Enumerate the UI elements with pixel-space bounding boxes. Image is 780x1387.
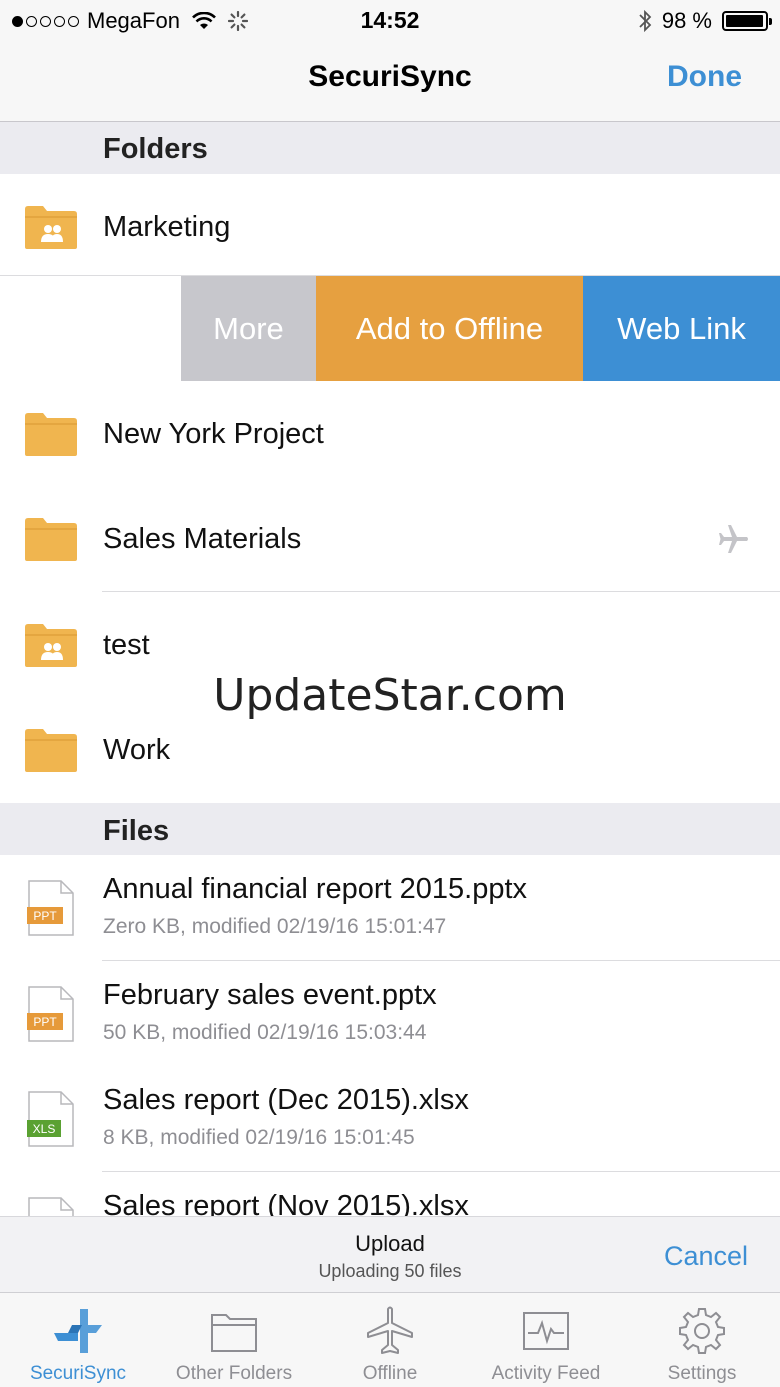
folder-row-marketing[interactable]: Marketing [0,174,780,280]
tab-label: Activity Feed [491,1363,601,1384]
folder-icon [25,518,77,561]
folder-icon [25,729,77,772]
airplane-offline-icon [719,525,748,553]
file-row[interactable]: Sales report (Nov 2015).xlsx [0,1172,780,1216]
cancel-upload-button[interactable]: Cancel [664,1241,748,1272]
xls-file-icon: XLS [27,1091,74,1147]
ppt-file-icon: PPT [27,986,74,1042]
file-name: Annual financial report 2015.pptx [103,873,528,905]
shared-folder-icon [25,206,77,249]
xls-file-icon [28,1197,74,1216]
bluetooth-icon [639,9,652,33]
tab-label: Other Folders [175,1363,293,1384]
status-right: 98 % [638,8,772,34]
file-meta: 8 KB, modified 02/19/16 15:01:45 [103,1126,415,1149]
battery-percent: 98 % [661,8,712,33]
file-name: Sales report (Dec 2015).xlsx [103,1084,469,1116]
gear-icon [679,1308,725,1354]
folder-row-sales-materials[interactable]: Sales Materials [0,486,780,592]
add-to-offline-button[interactable]: Add to Offline [316,276,583,381]
swipe-actions-row: More Add to Offline Web Link [0,275,780,381]
more-button[interactable]: More [181,276,316,381]
folder-name: New York Project [103,418,324,450]
tab-settings[interactable]: Settings [624,1293,780,1387]
watermark-text: UpdateStar.com [213,670,567,721]
folder-row-new-york-project[interactable]: New York Project [0,381,780,487]
folder-name: Sales Materials [103,523,302,555]
file-row[interactable]: XLS Sales report (Dec 2015).xlsx 8 KB, m… [0,1066,780,1172]
tab-offline[interactable]: Offline [312,1293,468,1387]
shared-folder-icon [25,624,77,667]
navigation-bar: SecuriSync Done [0,40,780,122]
files-section-header: Files [0,803,780,855]
ppt-file-icon: PPT [27,880,74,936]
tab-other-folders[interactable]: Other Folders [156,1293,312,1387]
folder-icon [25,413,77,456]
activity-icon [523,1312,569,1350]
file-meta: 50 KB, modified 02/19/16 15:03:44 [103,1021,427,1044]
airplane-icon [367,1306,413,1354]
page-title: SecuriSync [308,60,472,93]
file-badge: PPT [33,909,57,923]
file-badge: PPT [33,1015,57,1029]
tab-label: SecuriSync [29,1363,127,1384]
file-meta: Zero KB, modified 02/19/16 15:01:47 [103,915,447,938]
status-bar: MegaFon 14:52 98 % [0,0,780,40]
file-name: Sales report (Nov 2015).xlsx [103,1190,469,1216]
upload-status-bar: Upload Uploading 50 files Cancel [0,1216,780,1292]
file-badge: XLS [33,1122,56,1136]
folders-section-header: Folders [0,122,780,174]
web-link-button[interactable]: Web Link [583,276,780,381]
tab-label: Settings [667,1363,737,1384]
done-button[interactable]: Done [667,60,742,94]
tab-bar: SecuriSync Other Folders Offline Activit… [0,1292,780,1387]
folder-name: Marketing [103,211,231,243]
file-row[interactable]: PPT February sales event.pptx 50 KB, mod… [0,961,780,1067]
tab-activity-feed[interactable]: Activity Feed [468,1293,624,1387]
tab-label: Offline [362,1363,418,1384]
file-name: February sales event.pptx [103,979,437,1011]
tab-securisync[interactable]: SecuriSync [0,1293,156,1387]
securisync-icon [54,1309,102,1353]
folder-icon [211,1314,257,1352]
file-row[interactable]: PPT Annual financial report 2015.pptx Ze… [0,855,780,961]
battery-icon [722,11,772,31]
